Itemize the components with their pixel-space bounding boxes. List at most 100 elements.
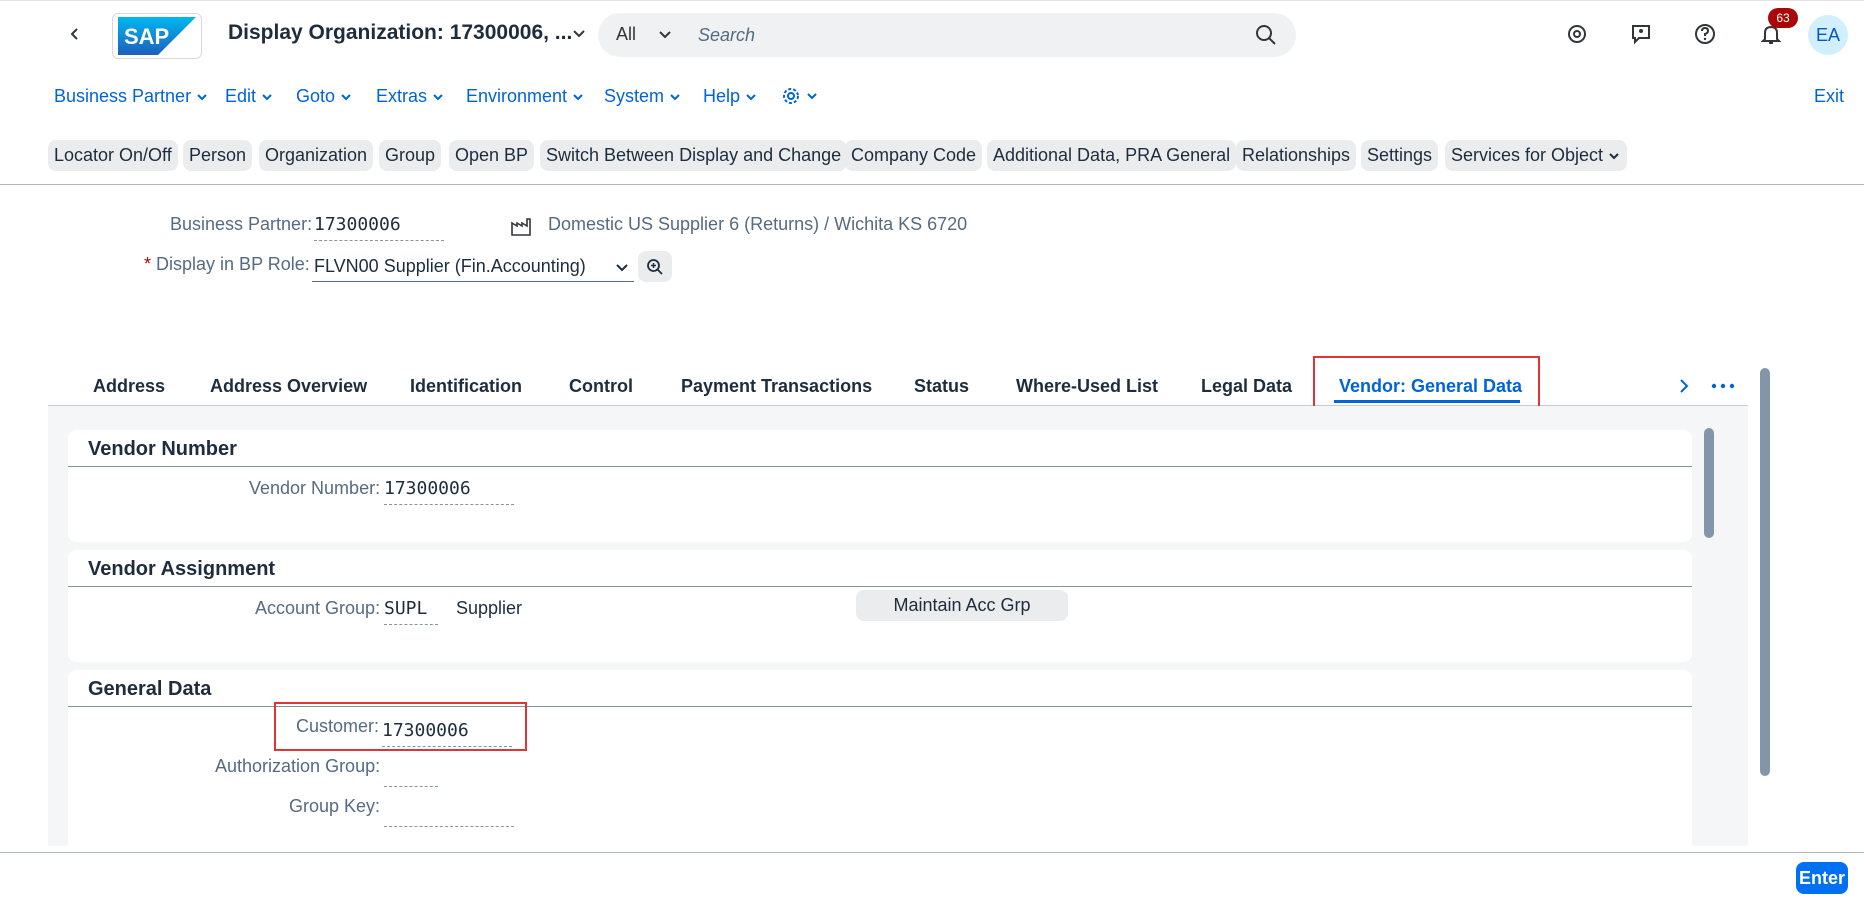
locator-button[interactable]: Locator On/Off xyxy=(48,140,178,171)
tab-status[interactable]: Status xyxy=(914,376,969,397)
vendor-number-label: Vendor Number: xyxy=(249,478,381,498)
group-button[interactable]: Group xyxy=(379,140,442,171)
menu-bar: Business Partner Edit Goto Extras Enviro… xyxy=(0,82,1864,112)
menu-system[interactable]: System xyxy=(604,86,682,107)
panel-divider xyxy=(68,586,1692,587)
more-icon[interactable] xyxy=(1710,376,1736,396)
role-label: * Display in BP Role: xyxy=(144,254,310,275)
chevron-down-icon[interactable] xyxy=(570,25,588,43)
chevron-down-icon xyxy=(670,93,680,100)
chevron-down-icon xyxy=(616,264,628,272)
zoom-icon xyxy=(647,258,663,275)
menu-environment[interactable]: Environment xyxy=(466,86,585,107)
services-for-object-button[interactable]: Services for Object xyxy=(1445,140,1628,171)
bp-label: Business Partner: xyxy=(170,214,313,234)
open-bp-button[interactable]: Open BP xyxy=(449,140,535,171)
account-group-field[interactable]: SUPL xyxy=(384,598,427,619)
application-toolbar: Locator On/Off Person Organization Group… xyxy=(0,140,1864,172)
maintain-acc-grp-button[interactable]: Maintain Acc Grp xyxy=(856,590,1068,621)
gear-icon xyxy=(783,88,799,104)
notification-badge: 63 xyxy=(1768,8,1798,28)
vendor-number-field[interactable]: 17300006 xyxy=(384,478,471,499)
menu-label: Extras xyxy=(376,86,428,106)
additional-data-button[interactable]: Additional Data, PRA General xyxy=(987,140,1237,171)
search-input[interactable] xyxy=(698,23,1218,47)
tab-address-overview[interactable]: Address Overview xyxy=(210,376,367,397)
feedback-button[interactable] xyxy=(1628,21,1654,47)
tab-payment-transactions[interactable]: Payment Transactions xyxy=(681,376,872,397)
relationships-button[interactable]: Relationships xyxy=(1236,140,1357,171)
panel-title: General Data xyxy=(88,678,212,700)
tab-content: Vendor Number Vendor Number: 17300006 Ve… xyxy=(48,406,1748,860)
menu-label: System xyxy=(604,86,665,106)
panel-title: Vendor Assignment xyxy=(88,558,276,580)
switch-display-change-button[interactable]: Switch Between Display and Change xyxy=(540,140,848,171)
bp-role-value: FLVN00 Supplier (Fin.Accounting) xyxy=(314,256,586,276)
search-icon[interactable] xyxy=(1254,23,1278,47)
footer-divider xyxy=(0,852,1864,853)
tab-address[interactable]: Address xyxy=(93,376,165,397)
menu-label: Help xyxy=(703,86,741,106)
bp-role-select[interactable]: FLVN00 Supplier (Fin.Accounting) xyxy=(312,252,634,282)
general-data-panel: General Data Customer: 17300006 Authoriz… xyxy=(68,670,1692,860)
vendor-number-panel: Vendor Number Vendor Number: 17300006 xyxy=(68,430,1692,542)
chevron-down-icon xyxy=(433,93,443,100)
menu-goto[interactable]: Goto xyxy=(296,86,353,107)
sap-gui-window: SAP Display Organization: 17300006, ... … xyxy=(0,0,1864,902)
tab-control[interactable]: Control xyxy=(569,376,633,397)
menu-label: Business Partner xyxy=(54,86,192,106)
menu-settings[interactable] xyxy=(781,86,819,106)
search-bar: All xyxy=(598,13,1296,57)
field-underline xyxy=(384,624,438,625)
enter-button[interactable]: Enter xyxy=(1796,862,1848,894)
sap-logo-text: SAP xyxy=(124,24,169,49)
chevron-down-icon xyxy=(573,93,583,100)
shell-bar: SAP Display Organization: 17300006, ... … xyxy=(0,0,1864,66)
menu-edit[interactable]: Edit xyxy=(225,86,274,107)
required-marker: * xyxy=(144,254,152,274)
tab-legal-data[interactable]: Legal Data xyxy=(1201,376,1292,397)
account-group-description: Supplier xyxy=(456,598,523,618)
field-underline xyxy=(384,786,438,787)
exit-button[interactable]: Exit xyxy=(1814,86,1844,107)
chevron-right-icon[interactable] xyxy=(1674,376,1694,396)
bp-description: Domestic US Supplier 6 (Returns) / Wichi… xyxy=(548,214,968,234)
sap-logo[interactable]: SAP xyxy=(112,13,202,59)
menu-business-partner[interactable]: Business Partner xyxy=(54,86,209,107)
tab-where-used-list[interactable]: Where-Used List xyxy=(1016,376,1158,397)
app-title[interactable]: Display Organization: 17300006, ... xyxy=(228,21,572,45)
role-search-button[interactable] xyxy=(638,251,672,282)
account-group-label: Account Group: xyxy=(255,598,381,618)
chevron-left-icon xyxy=(70,28,78,40)
group-key-label: Group Key: xyxy=(289,796,381,816)
search-scope[interactable]: All xyxy=(616,24,636,45)
back-button[interactable] xyxy=(62,21,88,47)
sap-logo-icon: SAP xyxy=(118,17,196,55)
menu-extras[interactable]: Extras xyxy=(376,86,445,107)
panel-divider xyxy=(68,466,1692,467)
menu-label: Environment xyxy=(466,86,568,106)
factory-icon xyxy=(511,218,531,236)
menu-help[interactable]: Help xyxy=(703,86,758,107)
services-label: Services for Object xyxy=(1451,145,1604,165)
tab-identification[interactable]: Identification xyxy=(410,376,522,397)
help-button[interactable] xyxy=(1692,21,1718,47)
settings-button[interactable]: Settings xyxy=(1361,140,1439,171)
outer-scrollbar[interactable] xyxy=(1760,368,1770,776)
chevron-down-icon xyxy=(746,93,756,100)
menu-label: Goto xyxy=(296,86,336,106)
joule-button[interactable] xyxy=(1564,21,1590,47)
help-icon xyxy=(1695,24,1715,44)
chevron-down-icon xyxy=(341,93,351,100)
chevron-down-icon[interactable] xyxy=(656,26,674,44)
avatar[interactable]: EA xyxy=(1808,15,1848,55)
menu-label: Edit xyxy=(225,86,257,106)
joule-icon xyxy=(1568,25,1586,43)
inner-scrollbar[interactable] xyxy=(1704,428,1714,538)
role-label-text: Display in BP Role: xyxy=(156,254,310,274)
person-button[interactable]: Person xyxy=(183,140,253,171)
company-code-button[interactable]: Company Code xyxy=(845,140,983,171)
bp-field[interactable]: 17300006 xyxy=(314,214,401,235)
field-underline xyxy=(314,240,444,241)
organization-button[interactable]: Organization xyxy=(259,140,374,171)
